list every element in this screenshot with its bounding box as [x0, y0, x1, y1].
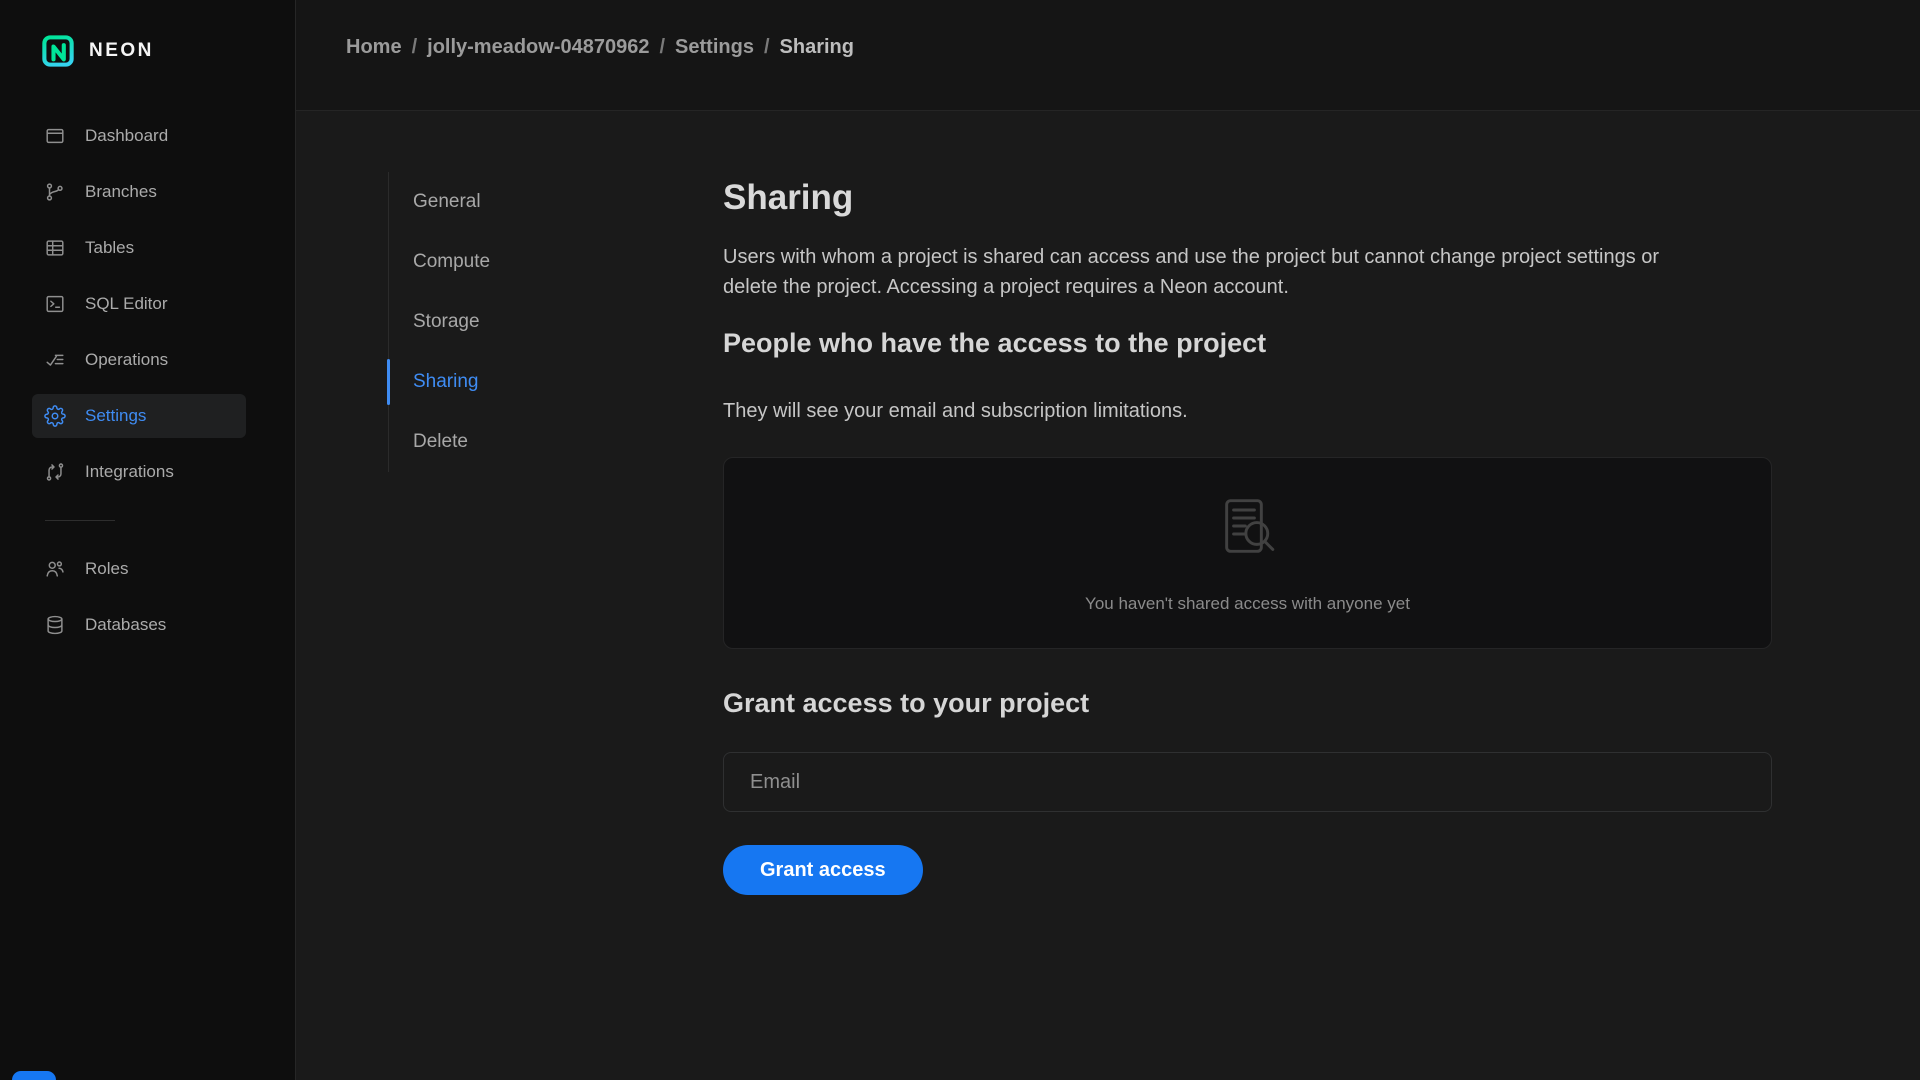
breadcrumb-settings[interactable]: Settings: [675, 36, 754, 59]
sidebar-item-label: Databases: [85, 615, 167, 634]
operations-icon: [44, 349, 66, 371]
gear-icon: [44, 405, 66, 427]
breadcrumb-current: Sharing: [779, 36, 854, 58]
settings-tab-compute[interactable]: Compute: [389, 232, 688, 292]
people-access-heading: People who have the access to the projec…: [723, 328, 1267, 358]
neon-logo[interactable]: NEON: [40, 33, 154, 69]
sidebar-divider: [45, 520, 115, 521]
breadcrumb-separator: /: [411, 36, 418, 58]
breadcrumb-separator: /: [659, 36, 666, 58]
document-search-icon: [1216, 494, 1280, 558]
settings-tab-general[interactable]: General: [389, 172, 688, 232]
neon-console: NEON Dashboard Branches Tables SQL Edito…: [0, 0, 1920, 1080]
sidebar: NEON Dashboard Branches Tables SQL Edito…: [0, 0, 296, 1080]
settings-tab-storage[interactable]: Storage: [389, 292, 688, 352]
sidebar-item-integrations[interactable]: Integrations: [32, 450, 246, 494]
sidebar-item-label: Settings: [85, 406, 147, 425]
database-icon: [44, 614, 66, 636]
email-input[interactable]: [723, 752, 1772, 812]
sidebar-item-label: Dashboard: [85, 126, 169, 145]
page-description: Users with whom a project is shared can …: [723, 246, 1660, 298]
grant-access-heading: Grant access to your project: [723, 688, 1090, 718]
sql-editor-icon: [44, 293, 66, 315]
grant-access-button[interactable]: Grant access: [723, 845, 923, 895]
settings-nav: General Compute Storage Sharing Delete: [387, 172, 688, 472]
breadcrumb: Home / jolly-meadow-04870962 / Settings …: [346, 36, 854, 59]
sidebar-item-operations[interactable]: Operations: [32, 338, 246, 382]
content: General Compute Storage Sharing Delete S…: [296, 112, 1920, 1080]
sidebar-item-label: Tables: [85, 238, 135, 257]
tables-icon: [44, 237, 66, 259]
sidebar-item-sql-editor[interactable]: SQL Editor: [32, 282, 246, 326]
branches-icon: [44, 181, 66, 203]
sidebar-item-branches[interactable]: Branches: [32, 170, 246, 214]
sidebar-nav: Dashboard Branches Tables SQL Editor Ope…: [0, 114, 295, 647]
sidebar-item-label: Integrations: [85, 462, 174, 481]
breadcrumb-separator: /: [763, 36, 770, 58]
people-access-subtext: They will see your email and subscriptio…: [723, 400, 1188, 422]
sidebar-item-databases[interactable]: Databases: [32, 603, 246, 647]
sidebar-item-settings[interactable]: Settings: [32, 394, 246, 438]
dashboard-icon: [44, 125, 66, 147]
sidebar-item-dashboard[interactable]: Dashboard: [32, 114, 246, 158]
users-icon: [44, 558, 66, 580]
sidebar-item-label: Branches: [85, 182, 157, 201]
integrations-icon: [44, 461, 66, 483]
sidebar-item-tables[interactable]: Tables: [32, 226, 246, 270]
settings-tab-delete[interactable]: Delete: [389, 412, 688, 472]
page-title: Sharing: [723, 178, 854, 217]
breadcrumb-home[interactable]: Home: [346, 36, 402, 59]
shared-users-empty-state: You haven't shared access with anyone ye…: [723, 457, 1772, 649]
sidebar-item-label: SQL Editor: [85, 294, 168, 313]
empty-state-message: You haven't shared access with anyone ye…: [1085, 594, 1410, 613]
help-widget-button[interactable]: [12, 1071, 56, 1080]
breadcrumb-project[interactable]: jolly-meadow-04870962: [427, 36, 649, 59]
sidebar-item-label: Roles: [85, 559, 129, 578]
sidebar-item-label: Operations: [85, 350, 169, 369]
topbar: Home / jolly-meadow-04870962 / Settings …: [296, 0, 1920, 111]
neon-logo-icon: [40, 33, 76, 69]
sidebar-item-roles[interactable]: Roles: [32, 547, 246, 591]
settings-tab-sharing[interactable]: Sharing: [387, 352, 688, 412]
neon-wordmark: NEON: [89, 40, 154, 61]
